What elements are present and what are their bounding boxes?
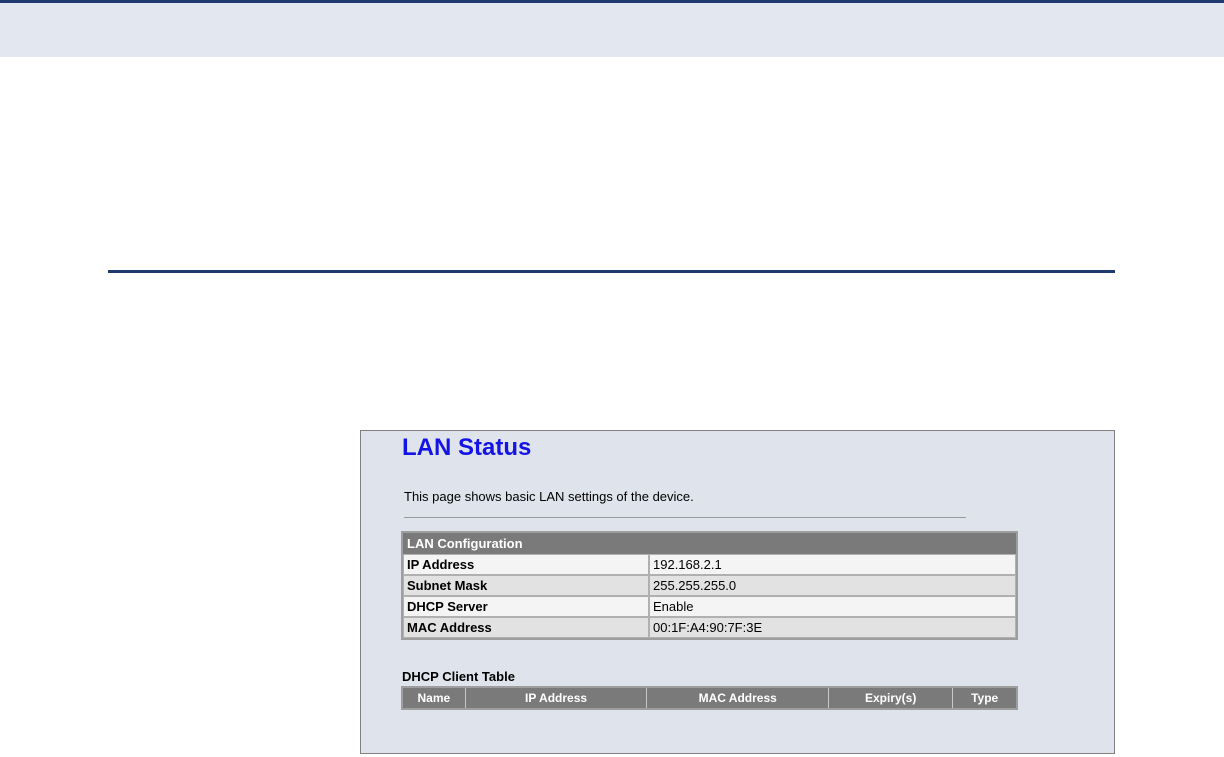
lan-configuration-table: LAN Configuration IP Address 192.168.2.1… bbox=[401, 531, 1018, 640]
column-header-ip-address: IP Address bbox=[465, 688, 648, 708]
subnet-mask-value: 255.255.255.0 bbox=[649, 575, 1016, 596]
table-row: IP Address 192.168.2.1 bbox=[403, 554, 1016, 575]
dhcp-client-table: Name IP Address MAC Address Expiry(s) Ty… bbox=[401, 686, 1018, 710]
top-band bbox=[0, 3, 1224, 57]
page-description: This page shows basic LAN settings of th… bbox=[404, 489, 694, 504]
mac-address-label: MAC Address bbox=[403, 617, 649, 638]
subnet-mask-label: Subnet Mask bbox=[403, 575, 649, 596]
table-row: DHCP Server Enable bbox=[403, 596, 1016, 617]
dhcp-server-value: Enable bbox=[649, 596, 1016, 617]
ip-address-value: 192.168.2.1 bbox=[649, 554, 1016, 575]
lan-configuration-header: LAN Configuration bbox=[403, 533, 1016, 554]
dhcp-server-label: DHCP Server bbox=[403, 596, 649, 617]
lan-status-panel: LAN Status This page shows basic LAN set… bbox=[360, 430, 1115, 754]
ip-address-label: IP Address bbox=[403, 554, 649, 575]
mac-address-value: 00:1F:A4:90:7F:3E bbox=[649, 617, 1016, 638]
table-row: Subnet Mask 255.255.255.0 bbox=[403, 575, 1016, 596]
column-header-expiry: Expiry(s) bbox=[829, 688, 954, 708]
dhcp-client-table-caption: DHCP Client Table bbox=[402, 669, 515, 684]
column-header-mac-address: MAC Address bbox=[647, 688, 830, 708]
table-row: MAC Address 00:1F:A4:90:7F:3E bbox=[403, 617, 1016, 638]
page-title: LAN Status bbox=[402, 434, 532, 461]
column-header-type: Type bbox=[953, 688, 1016, 708]
divider bbox=[404, 517, 966, 518]
section-rule bbox=[108, 270, 1115, 273]
column-header-name: Name bbox=[403, 688, 466, 708]
table-header-row: Name IP Address MAC Address Expiry(s) Ty… bbox=[403, 688, 1016, 708]
table-header-row: LAN Configuration bbox=[403, 533, 1016, 554]
